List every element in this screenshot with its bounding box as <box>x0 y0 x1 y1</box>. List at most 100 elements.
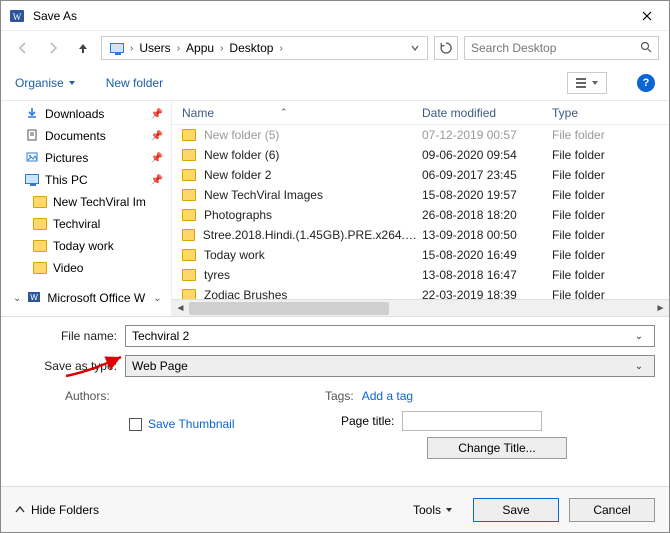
file-date: 15-08-2020 16:49 <box>422 248 552 262</box>
page-title-input[interactable] <box>402 411 542 431</box>
search-input[interactable]: Search Desktop <box>464 36 659 60</box>
cancel-button[interactable]: Cancel <box>569 498 655 522</box>
file-name: Photographs <box>204 208 272 222</box>
file-list-pane: Name ⌃ Date modified Type New folder (5)… <box>171 101 669 316</box>
file-row[interactable]: Today work 15-08-2020 16:49File folder <box>172 245 669 265</box>
tags-add-link[interactable]: Add a tag <box>362 389 413 403</box>
file-type: File folder <box>552 248 669 262</box>
scroll-right-icon[interactable]: ► <box>652 300 669 317</box>
file-row[interactable]: New folder (5)07-12-2019 00:57File folde… <box>172 125 669 145</box>
file-type: File folder <box>552 268 669 282</box>
file-date: 09-06-2020 09:54 <box>422 148 552 162</box>
tree-item-this-pc[interactable]: This PC 📌 <box>5 169 171 191</box>
new-folder-button[interactable]: New folder <box>106 76 163 90</box>
tree-item-folder[interactable]: New TechViral Im <box>5 191 171 213</box>
file-name-input[interactable]: Techviral 2 ⌄ <box>125 325 655 347</box>
save-type-select[interactable]: Web Page ⌄ <box>125 355 655 377</box>
refresh-button[interactable] <box>434 36 458 60</box>
file-type: File folder <box>552 288 669 299</box>
file-row[interactable]: New folder 206-09-2017 23:45File folder <box>172 165 669 185</box>
organise-menu[interactable]: Organise <box>15 76 76 90</box>
file-row[interactable]: New folder (6)09-06-2020 09:54File folde… <box>172 145 669 165</box>
folder-icon <box>182 169 196 181</box>
file-row[interactable]: tyres13-08-2018 16:47File folder <box>172 265 669 285</box>
file-row[interactable]: Zodiac Brushes 22-03-2019 18:39File folde… <box>172 285 669 299</box>
file-date: 13-08-2018 16:47 <box>422 268 552 282</box>
file-name: New folder 2 <box>204 168 271 182</box>
view-mode-button[interactable] <box>567 72 607 94</box>
scrollbar-thumb[interactable] <box>189 302 389 315</box>
help-button[interactable]: ? <box>637 74 655 92</box>
tree-item-folder[interactable]: Techviral <box>5 213 171 235</box>
tree-item-label: This PC <box>45 173 88 187</box>
breadcrumb-segment[interactable]: Desktop <box>225 37 277 59</box>
chevron-right-icon: › <box>220 43 223 54</box>
chevron-down-icon[interactable]: ⌄ <box>630 331 648 342</box>
tree-item-label: Microsoft Office W <box>47 291 145 305</box>
chevron-down-icon: ⌄ <box>153 293 161 304</box>
explorer-toolbar: Organise New folder ? <box>1 65 669 101</box>
pin-icon: 📌 <box>151 153 163 164</box>
file-date: 26-08-2018 18:20 <box>422 208 552 222</box>
tree-item-folder[interactable]: Video <box>5 257 171 279</box>
file-date: 22-03-2019 18:39 <box>422 288 552 299</box>
file-date: 15-08-2020 19:57 <box>422 188 552 202</box>
search-placeholder: Search Desktop <box>471 41 640 55</box>
column-name[interactable]: Name ⌃ <box>172 106 422 120</box>
save-button[interactable]: Save <box>473 498 559 522</box>
folder-icon <box>182 129 196 141</box>
file-row[interactable]: New TechViral Images15-08-2020 19:57File… <box>172 185 669 205</box>
breadcrumb-segment[interactable]: Appu <box>182 37 218 59</box>
file-row[interactable]: Photographs26-08-2018 18:20File folder <box>172 205 669 225</box>
tree-item-pictures[interactable]: Pictures 📌 <box>5 147 171 169</box>
folder-icon <box>182 249 196 261</box>
breadcrumb-dropdown[interactable] <box>411 44 423 52</box>
pin-icon: 📌 <box>151 131 163 142</box>
save-thumbnail-checkbox[interactable] <box>129 418 142 431</box>
up-button[interactable] <box>71 36 95 60</box>
hide-folders-toggle[interactable]: Hide Folders <box>15 503 99 517</box>
folder-icon <box>33 240 47 252</box>
meta-row: Authors: Tags: Add a tag <box>1 385 669 407</box>
pc-icon[interactable] <box>106 37 128 59</box>
tree-item-documents[interactable]: Documents 📌 <box>5 125 171 147</box>
chevron-down-icon[interactable]: ⌄ <box>630 361 648 372</box>
file-date: 13-09-2018 00:50 <box>422 228 552 242</box>
file-date: 06-09-2017 23:45 <box>422 168 552 182</box>
navigation-tree[interactable]: Downloads 📌 Documents 📌 Pictures 📌 This … <box>1 101 171 316</box>
chevron-down-icon <box>445 506 453 514</box>
change-title-button[interactable]: Change Title... <box>427 437 567 459</box>
list-header[interactable]: Name ⌃ Date modified Type <box>172 101 669 125</box>
folder-icon <box>182 269 196 281</box>
tree-item-ms-office[interactable]: ⌄ W Microsoft Office W ⌄ <box>5 287 171 309</box>
file-name: Stree.2018.Hindi.(1.45GB).PRE.x264.AAC.-… <box>203 228 422 242</box>
scroll-left-icon[interactable]: ◄ <box>172 300 189 317</box>
tools-menu[interactable]: Tools <box>413 503 453 517</box>
file-list[interactable]: New folder (5)07-12-2019 00:57File folde… <box>172 125 669 299</box>
close-button[interactable] <box>624 1 669 31</box>
forward-button[interactable] <box>41 36 65 60</box>
chevron-up-icon <box>15 505 25 515</box>
tree-item-downloads[interactable]: Downloads 📌 <box>5 103 171 125</box>
pictures-icon <box>25 150 39 167</box>
breadcrumb-segment[interactable]: Users <box>135 37 174 59</box>
column-date[interactable]: Date modified <box>422 106 552 120</box>
save-thumbnail-label[interactable]: Save Thumbnail <box>148 417 235 431</box>
folder-icon <box>33 262 47 274</box>
breadcrumb-bar[interactable]: › Users › Appu › Desktop › <box>101 36 428 60</box>
svg-text:W: W <box>13 12 22 22</box>
back-button[interactable] <box>11 36 35 60</box>
chevron-down-icon <box>592 80 598 86</box>
this-pc-icon <box>25 173 39 187</box>
tree-item-label: Techviral <box>53 217 100 231</box>
svg-text:W: W <box>31 293 39 302</box>
file-name: Today work <box>204 248 265 262</box>
file-name: Zodiac Brushes <box>204 288 287 299</box>
horizontal-scrollbar[interactable]: ◄ ► <box>172 299 669 316</box>
download-icon <box>25 106 39 123</box>
column-type[interactable]: Type <box>552 106 669 120</box>
file-row[interactable]: Stree.2018.Hindi.(1.45GB).PRE.x264.AAC.-… <box>172 225 669 245</box>
expand-icon[interactable]: ⌄ <box>13 293 21 304</box>
file-name: New folder (5) <box>204 128 279 142</box>
tree-item-folder[interactable]: Today work <box>5 235 171 257</box>
